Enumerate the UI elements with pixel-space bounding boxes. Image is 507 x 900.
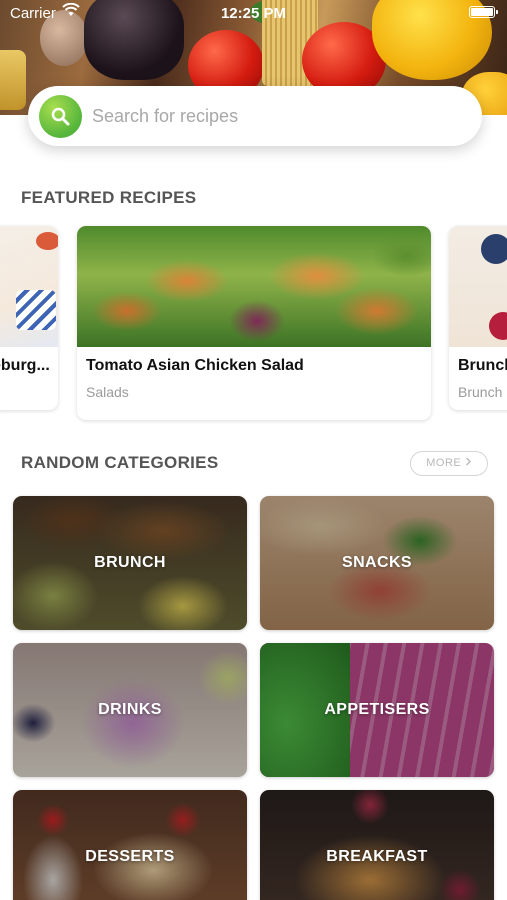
featured-recipe-card[interactable]: eburg...	[0, 226, 58, 410]
category-tile-snacks[interactable]: SNACKS	[260, 496, 494, 630]
recipe-image	[449, 226, 507, 347]
category-label: APPETISERS	[324, 701, 430, 718]
category-tile-breakfast[interactable]: BREAKFAST	[260, 790, 494, 900]
recipe-title: Tomato Asian Chicken Salad	[86, 357, 304, 374]
search-input[interactable]	[92, 100, 462, 132]
category-tile-appetisers[interactable]: APPETISERS	[260, 643, 494, 777]
recipe-category: Brunch	[458, 384, 503, 400]
category-label: SNACKS	[342, 554, 412, 571]
search-icon	[51, 107, 70, 126]
category-tile-desserts[interactable]: DESSERTS	[13, 790, 247, 900]
search-button[interactable]	[39, 95, 82, 138]
featured-recipe-card[interactable]: Tomato Asian Chicken Salad Salads	[77, 226, 431, 420]
recipe-category: Salads	[86, 384, 129, 400]
recipe-image	[77, 226, 431, 347]
featured-recipe-card[interactable]: Brunch Brunch	[449, 226, 507, 410]
category-tile-drinks[interactable]: DRINKS	[13, 643, 247, 777]
chevron-right-icon	[465, 457, 471, 466]
recipe-title: eburg...	[0, 357, 50, 374]
random-categories-heading: RANDOM CATEGORIES	[21, 453, 219, 472]
more-button[interactable]: MORE	[410, 451, 488, 476]
status-bar: Carrier 12:25 PM	[0, 0, 507, 26]
clock: 12:25 PM	[220, 5, 287, 22]
more-label: MORE	[426, 457, 462, 469]
category-label: BRUNCH	[94, 554, 166, 571]
category-label: DESSERTS	[85, 848, 175, 865]
battery-icon	[469, 6, 498, 18]
search-bar[interactable]	[28, 86, 482, 146]
recipe-image	[0, 226, 58, 347]
featured-recipes-heading: FEATURED RECIPES	[21, 188, 197, 207]
recipe-title: Brunch	[458, 357, 507, 374]
category-tile-brunch[interactable]: BRUNCH	[13, 496, 247, 630]
category-label: DRINKS	[98, 701, 162, 718]
category-label: BREAKFAST	[326, 848, 428, 865]
